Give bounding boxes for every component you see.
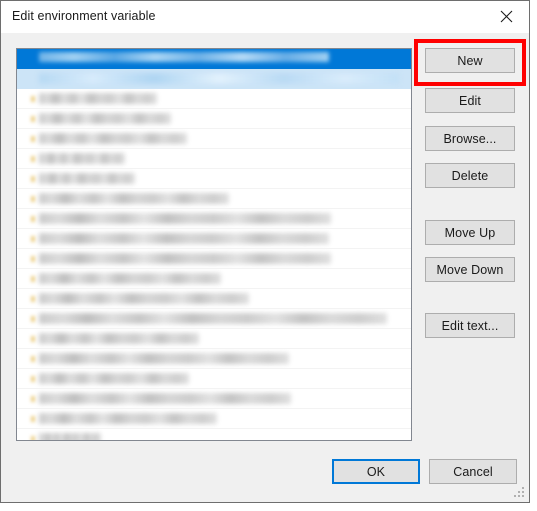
browse-button[interactable]: Browse... (425, 126, 515, 151)
row-marker-icon (31, 396, 35, 402)
row-marker-icon (31, 96, 35, 102)
redacted-entry-text (39, 293, 249, 304)
redacted-entry-text (39, 373, 189, 384)
row-marker-icon (31, 416, 35, 422)
list-item[interactable] (17, 149, 411, 169)
redacted-entry-text (39, 313, 387, 324)
delete-button[interactable]: Delete (425, 163, 515, 188)
list-item[interactable] (17, 89, 411, 109)
row-marker-icon (31, 356, 35, 362)
row-marker-icon (31, 276, 35, 282)
redacted-entry-text (39, 93, 157, 104)
redacted-entry-text (39, 73, 399, 84)
row-marker-icon (31, 216, 35, 222)
cancel-button[interactable]: Cancel (429, 459, 517, 484)
row-marker-icon (31, 196, 35, 202)
row-marker-icon (31, 116, 35, 122)
row-marker-icon (31, 176, 35, 182)
row-marker-icon (31, 336, 35, 342)
row-marker-icon (31, 236, 35, 242)
row-marker-icon (31, 256, 35, 262)
edit-text-button[interactable]: Edit text... (425, 313, 515, 338)
redacted-entry-text (39, 333, 199, 344)
list-item[interactable] (17, 209, 411, 229)
redacted-entry-text (39, 233, 329, 244)
list-item[interactable] (17, 369, 411, 389)
title-bar: Edit environment variable (1, 1, 529, 33)
close-icon[interactable] (484, 1, 529, 31)
row-marker-icon (31, 296, 35, 302)
redacted-entry-text (39, 173, 135, 184)
list-item[interactable] (17, 389, 411, 409)
redacted-entry-text (39, 213, 331, 224)
path-entries-list[interactable] (16, 48, 412, 441)
redacted-entry-text (39, 153, 125, 164)
resize-grip[interactable] (513, 486, 526, 499)
redacted-entry-text (39, 353, 289, 364)
list-item[interactable] (17, 269, 411, 289)
redacted-entry-text (39, 193, 229, 204)
window-title: Edit environment variable (12, 9, 156, 23)
list-item[interactable] (17, 329, 411, 349)
move-down-button[interactable]: Move Down (425, 257, 515, 282)
redacted-entry-text (39, 433, 101, 440)
redacted-entry-text (39, 113, 171, 124)
edit-button[interactable]: Edit (425, 88, 515, 113)
list-item[interactable] (17, 189, 411, 209)
list-item[interactable] (17, 249, 411, 269)
row-marker-icon (31, 376, 35, 382)
redacted-entry-text (39, 133, 187, 144)
edit-environment-variable-dialog: Edit environment variable New Edit Browse.… (0, 0, 530, 503)
row-marker-icon (31, 316, 35, 322)
list-item[interactable] (17, 349, 411, 369)
list-item[interactable] (17, 429, 411, 440)
list-item[interactable] (17, 69, 411, 89)
redacted-entry-text (39, 273, 221, 284)
ok-button[interactable]: OK (332, 459, 420, 484)
list-item[interactable] (17, 229, 411, 249)
redacted-entry-text (39, 52, 329, 62)
list-item[interactable] (17, 309, 411, 329)
list-item[interactable] (17, 169, 411, 189)
redacted-entry-text (39, 393, 291, 404)
list-item[interactable] (17, 109, 411, 129)
new-button[interactable]: New (425, 48, 515, 73)
list-item[interactable] (17, 129, 411, 149)
redacted-entry-text (39, 413, 217, 424)
row-marker-icon (31, 156, 35, 162)
list-item[interactable] (17, 289, 411, 309)
row-marker-icon (31, 436, 35, 440)
row-marker-icon (31, 136, 35, 142)
move-up-button[interactable]: Move Up (425, 220, 515, 245)
list-item[interactable] (17, 49, 411, 69)
list-item[interactable] (17, 409, 411, 429)
redacted-entry-text (39, 253, 331, 264)
